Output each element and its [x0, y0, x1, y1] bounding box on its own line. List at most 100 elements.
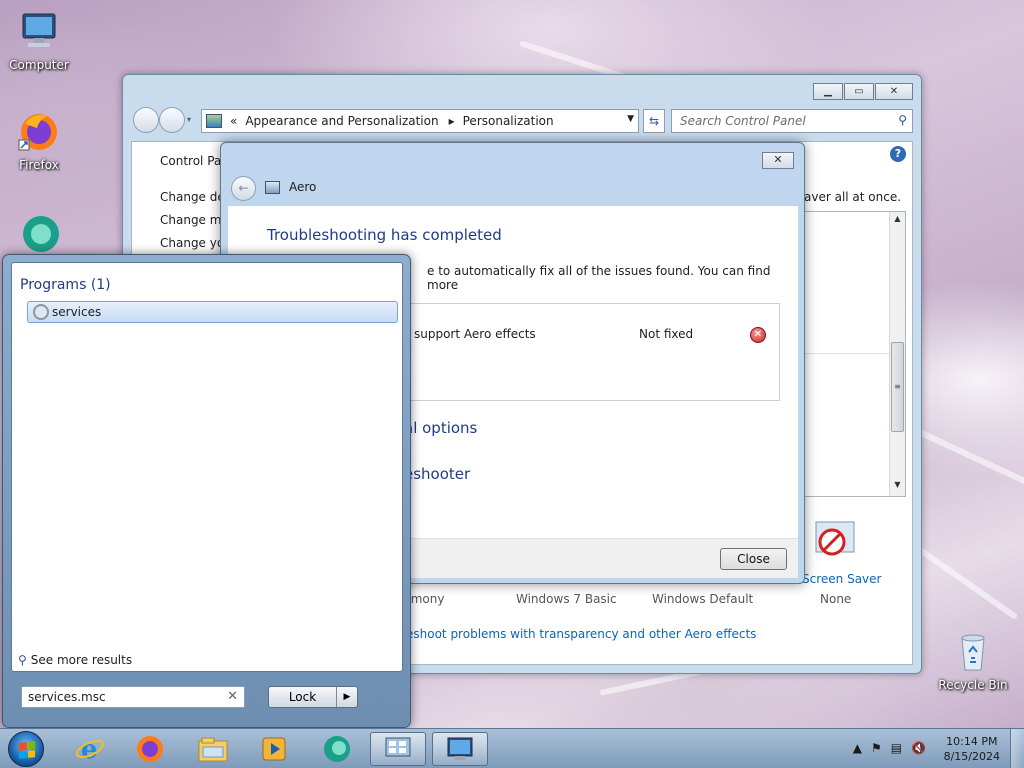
start-menu: Programs (1) services ⚲ See more results …	[2, 254, 411, 728]
close-troubleshooter-link[interactable]: eshooter	[404, 465, 470, 483]
results-section-header[interactable]: Programs (1)	[20, 277, 111, 293]
taskbar: e ▲ ⚑ ▤ 🔇 10:14 PM 8/15/2024	[0, 728, 1024, 768]
help-icon[interactable]: ?	[890, 146, 906, 162]
sidebar-link[interactable]: Control Pan	[160, 154, 229, 168]
theme-label[interactable]: rmony	[406, 592, 444, 606]
media-player-icon	[262, 737, 286, 761]
desktop-icon-label: Computer	[9, 58, 69, 72]
volume-muted-icon[interactable]: 🔇	[911, 741, 926, 755]
desktop-icon-recycle-bin[interactable]: Recycle Bin	[936, 630, 1010, 692]
theme-label[interactable]: Windows 7 Basic	[516, 592, 617, 606]
taskbar-media-player[interactable]	[246, 732, 302, 766]
breadcrumb-separator-icon[interactable]: ▸	[449, 114, 455, 128]
desktop-icon-firefox[interactable]: Firefox	[2, 110, 76, 172]
screen-saver-value: None	[820, 592, 852, 606]
desktop-icon-app[interactable]	[2, 212, 76, 260]
see-more-label: See more results	[30, 653, 133, 667]
computer-icon	[17, 10, 61, 54]
theme-label[interactable]: Windows Default	[652, 592, 753, 606]
recent-pages-icon[interactable]: ▾	[187, 115, 191, 124]
network-icon[interactable]: ▤	[891, 741, 902, 755]
breadcrumb-item[interactable]: Personalization	[463, 114, 554, 128]
services-gear-icon	[33, 304, 49, 320]
dialog-description: e to automatically fix all of the issues…	[427, 264, 771, 292]
search-input[interactable]: Search Control Panel ⚲	[671, 109, 913, 133]
taskbar-app-globe[interactable]	[309, 732, 365, 766]
shutdown-options-arrow-icon[interactable]: ▶	[337, 687, 357, 707]
sidebar-link[interactable]: Change mo	[160, 213, 229, 227]
maximize-button[interactable]: ▭	[844, 83, 874, 100]
taskbar-internet-explorer[interactable]: e	[62, 732, 118, 766]
clear-search-icon[interactable]: ✕	[227, 689, 238, 704]
issue-name[interactable]: support Aero effects	[414, 327, 536, 341]
close-button[interactable]: Close	[720, 548, 787, 570]
issue-status: Not fixed	[639, 327, 694, 341]
firefox-icon	[137, 736, 163, 762]
show-hidden-icons-icon[interactable]: ▲	[853, 741, 862, 755]
back-button[interactable]: ←	[231, 176, 256, 201]
control-panel-icon	[385, 737, 411, 757]
search-results-pane: Programs (1) services ⚲ See more results	[11, 262, 403, 672]
folder-icon	[198, 737, 228, 762]
lock-button[interactable]: Lock	[269, 687, 337, 707]
taskbar-firefox[interactable]	[122, 732, 178, 766]
system-clock[interactable]: 10:14 PM 8/15/2024	[944, 734, 1000, 764]
taskbar-troubleshooter[interactable]	[432, 732, 488, 766]
taskbar-explorer[interactable]	[185, 732, 241, 766]
troubleshooter-icon	[265, 181, 280, 194]
screen-saver-icon[interactable]	[812, 518, 858, 564]
start-search-input[interactable]: services.msc ✕	[21, 686, 245, 708]
close-button[interactable]: ✕	[875, 83, 913, 100]
error-icon: ✕	[750, 327, 766, 343]
scrollbar[interactable]: ▲ ≡ ▼	[889, 212, 905, 496]
back-button[interactable]	[133, 107, 159, 133]
breadcrumb-item[interactable]: Appearance and Personalization	[245, 114, 438, 128]
control-panel-icon	[206, 114, 222, 128]
window-controls: ▁ ▭ ✕	[813, 83, 913, 100]
scroll-up-icon[interactable]: ▲	[890, 214, 905, 228]
minimize-button[interactable]: ▁	[813, 83, 843, 100]
search-value: services.msc	[28, 690, 106, 704]
recycle-bin-icon	[951, 630, 995, 674]
firefox-icon	[17, 110, 61, 154]
tray-icons: ▲ ⚑ ▤ 🔇	[853, 741, 926, 755]
search-icon: ⚲	[898, 113, 907, 127]
address-bar[interactable]: « Appearance and Personalization ▸ Perso…	[201, 109, 639, 133]
search-result-label: services	[52, 305, 102, 319]
refresh-button[interactable]: ⇆	[643, 109, 665, 133]
search-icon: ⚲	[18, 653, 27, 667]
breadcrumb-overflow[interactable]: «	[230, 114, 237, 128]
show-desktop-button[interactable]	[1010, 729, 1024, 768]
wallpaper-streak	[908, 540, 1019, 621]
additional-options-link[interactable]: al options	[404, 419, 477, 437]
search-result-services[interactable]: services	[27, 301, 398, 323]
troubleshoot-aero-link[interactable]: eshoot problems with transparency and ot…	[406, 627, 756, 641]
app-globe-icon	[324, 736, 350, 762]
screen-saver-link[interactable]: Screen Saver	[802, 572, 881, 586]
chevron-down-icon[interactable]: ▼	[627, 114, 634, 124]
desktop-icon-label: Firefox	[19, 158, 59, 172]
close-icon[interactable]: ✕	[762, 152, 794, 169]
internet-explorer-icon: e	[76, 735, 104, 764]
app-globe-icon	[17, 212, 61, 256]
issues-table: support Aero effects Not fixed ✕	[400, 303, 780, 401]
troubleshooter-icon	[447, 737, 473, 760]
taskbar-control-panel[interactable]	[370, 732, 426, 766]
see-more-results[interactable]: ⚲ See more results	[18, 653, 132, 667]
clock-date: 8/15/2024	[943, 750, 1000, 763]
clock-time: 10:14 PM	[946, 735, 998, 748]
scroll-thumb[interactable]: ≡	[891, 342, 904, 432]
forward-button[interactable]	[159, 107, 185, 133]
desktop-icon-computer[interactable]: Computer	[2, 10, 76, 72]
lock-button-group: Lock ▶	[268, 686, 358, 708]
dialog-title: Aero	[289, 180, 317, 194]
desktop-icon-label: Recycle Bin	[938, 678, 1008, 692]
windows-logo-icon	[19, 741, 35, 759]
search-placeholder: Search Control Panel	[680, 114, 806, 128]
dialog-heading: Troubleshooting has completed	[267, 226, 502, 244]
scroll-down-icon[interactable]: ▼	[890, 480, 905, 494]
navigation-bar: ▾ « Appearance and Personalization ▸ Per…	[131, 107, 913, 135]
start-button[interactable]	[8, 731, 44, 767]
notification-area: ▲ ⚑ ▤ 🔇 10:14 PM 8/15/2024	[824, 729, 1024, 768]
action-center-flag-icon[interactable]: ⚑	[871, 741, 882, 755]
